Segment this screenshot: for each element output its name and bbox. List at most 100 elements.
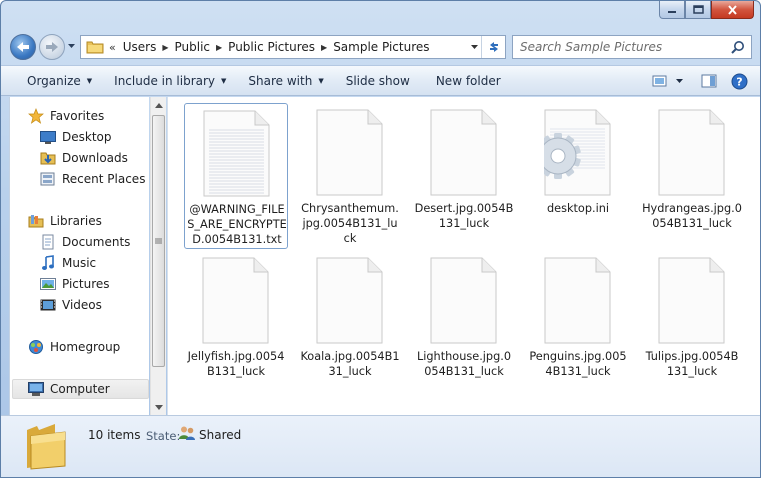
- organize-menu-button[interactable]: Organize ▼: [19, 70, 100, 92]
- recent-locations-dropdown-icon[interactable]: [67, 43, 76, 49]
- breadcrumb-public[interactable]: Public: [172, 40, 214, 54]
- nav-recent-places[interactable]: Recent Places: [40, 169, 145, 189]
- file-item[interactable]: Hydrangeas.jpg.0054B131_luck: [640, 103, 744, 249]
- include-in-library-label: Include in library: [114, 73, 216, 88]
- file-item[interactable]: Chrysanthemum.jpg.0054B131_luck: [298, 103, 402, 249]
- share-with-button[interactable]: Share with ▼: [240, 70, 331, 92]
- nav-videos[interactable]: Videos: [40, 295, 102, 315]
- pictures-icon: [40, 276, 56, 292]
- close-icon: [728, 4, 737, 15]
- navigation-pane: Favorites Desktop Downloads Recent Place…: [9, 97, 149, 415]
- file-item[interactable]: desktop.ini: [526, 103, 630, 249]
- file-name: Lighthouse.jpg.0054B131_luck: [416, 350, 512, 378]
- folder-icon: [27, 424, 66, 470]
- nav-videos-label: Videos: [62, 298, 102, 312]
- file-item[interactable]: Tulips.jpg.0054B131_luck: [640, 251, 744, 397]
- refresh-icon: [489, 42, 498, 52]
- nav-libraries-label: Libraries: [50, 214, 102, 228]
- blank-file-icon: [658, 109, 725, 196]
- scroll-thumb[interactable]: [152, 115, 165, 367]
- maximize-icon: [692, 5, 704, 14]
- nav-music[interactable]: Music: [40, 253, 96, 273]
- file-name: desktop.ini: [546, 202, 610, 215]
- downloads-folder-icon: [40, 150, 56, 166]
- file-item[interactable]: @WARNING_FILES_ARE_ENCRYPTED.0054B131.tx…: [184, 103, 288, 249]
- address-history-dropdown-icon[interactable]: [470, 44, 479, 50]
- breadcrumb-chevron-icon[interactable]: ▶: [213, 43, 225, 52]
- file-name: Penguins.jpg.0054B131_luck: [529, 350, 627, 378]
- item-count: 10 items: [88, 428, 141, 442]
- maximize-button[interactable]: [685, 1, 711, 19]
- view-icon: [652, 75, 667, 86]
- slide-show-button[interactable]: Slide show: [338, 70, 418, 92]
- new-folder-label: New folder: [435, 73, 501, 88]
- nav-desktop-label: Desktop: [62, 130, 112, 144]
- file-name: Hydrangeas.jpg.0054B131_luck: [642, 202, 742, 230]
- close-button[interactable]: [711, 1, 754, 19]
- breadcrumb-overflow[interactable]: «: [109, 41, 116, 54]
- include-in-library-button[interactable]: Include in library ▼: [106, 70, 234, 92]
- blank-file-icon: [316, 257, 383, 344]
- window-caption-buttons: [659, 1, 754, 19]
- forward-arrow-icon: [46, 42, 58, 52]
- file-name: @WARNING_FILES_ARE_ENCRYPTED.0054B131.tx…: [187, 203, 287, 246]
- nav-favorites[interactable]: Favorites: [28, 106, 104, 126]
- file-item[interactable]: Penguins.jpg.0054B131_luck: [526, 251, 630, 397]
- blank-file-icon: [544, 257, 611, 344]
- preview-pane-icon: [701, 74, 717, 88]
- videos-icon: [40, 297, 56, 313]
- back-button[interactable]: [10, 34, 36, 60]
- nav-homegroup-label: Homegroup: [50, 340, 121, 354]
- search-box[interactable]: [512, 35, 752, 59]
- nav-downloads[interactable]: Downloads: [40, 148, 128, 168]
- homegroup-icon: [28, 339, 44, 355]
- details-pane: 10 items State: Shared: [1, 415, 760, 477]
- refresh-button[interactable]: [481, 36, 505, 58]
- forward-button[interactable]: [39, 34, 65, 60]
- new-folder-button[interactable]: New folder: [428, 70, 509, 92]
- help-button[interactable]: ?: [724, 70, 754, 92]
- view-options-dropdown-icon[interactable]: [675, 78, 684, 84]
- change-view-button[interactable]: [645, 70, 675, 92]
- slide-show-label: Slide show: [345, 73, 410, 88]
- search-input[interactable]: [520, 37, 720, 57]
- music-icon: [40, 255, 56, 271]
- address-bar[interactable]: « Users ▶ Public ▶ Public Pictures ▶ Sam…: [80, 35, 506, 59]
- text-file-icon: [203, 110, 270, 197]
- breadcrumb-public-pictures[interactable]: Public Pictures: [225, 40, 318, 54]
- file-item[interactable]: Lighthouse.jpg.0054B131_luck: [412, 251, 516, 397]
- nav-documents[interactable]: Documents: [40, 232, 130, 252]
- desktop-icon: [40, 129, 56, 145]
- search-icon[interactable]: [731, 40, 745, 54]
- file-item[interactable]: Koala.jpg.0054B131_luck: [298, 251, 402, 397]
- file-item[interactable]: Jellyfish.jpg.0054B131_luck: [184, 251, 288, 397]
- nav-libraries[interactable]: Libraries: [28, 211, 102, 231]
- breadcrumb-sample-pictures[interactable]: Sample Pictures: [330, 40, 432, 54]
- breadcrumb-chevron-icon[interactable]: ▶: [159, 43, 171, 52]
- state-label: State:: [146, 429, 181, 443]
- command-bar: Organize ▼ Include in library ▼ Share with…: [1, 65, 760, 96]
- file-item[interactable]: Desert.jpg.0054B131_luck: [412, 103, 516, 249]
- preview-pane-button[interactable]: [694, 70, 724, 92]
- chevron-down-icon: ▼: [318, 76, 324, 85]
- blank-file-icon: [430, 109, 497, 196]
- nav-pictures[interactable]: Pictures: [40, 274, 110, 294]
- scroll-down-icon: [155, 404, 163, 410]
- navigation-scrollbar[interactable]: [150, 97, 166, 415]
- scroll-up-button[interactable]: [151, 97, 167, 113]
- blank-file-icon: [430, 257, 497, 344]
- breadcrumb-users[interactable]: Users: [120, 40, 160, 54]
- breadcrumb-chevron-icon[interactable]: ▶: [318, 43, 330, 52]
- nav-homegroup[interactable]: Homegroup: [28, 337, 120, 357]
- file-name: Koala.jpg.0054B131_luck: [300, 350, 400, 378]
- explorer-window: « Users ▶ Public ▶ Public Pictures ▶ Sam…: [0, 0, 761, 478]
- help-icon: ?: [731, 73, 747, 89]
- scroll-down-button[interactable]: [151, 399, 167, 415]
- minimize-button[interactable]: [659, 1, 685, 19]
- nav-desktop[interactable]: Desktop: [40, 127, 112, 147]
- organize-label: Organize: [27, 73, 81, 88]
- view-controls: ?: [645, 66, 760, 96]
- folder-icon: [86, 41, 104, 54]
- nav-computer[interactable]: Computer: [12, 379, 149, 399]
- settings-file-icon: [544, 109, 611, 196]
